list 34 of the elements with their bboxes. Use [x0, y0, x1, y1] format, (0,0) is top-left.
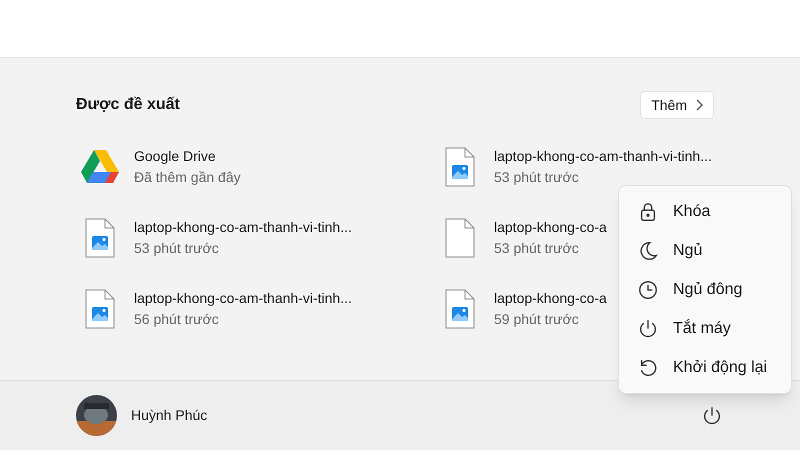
file-icon — [445, 218, 475, 258]
item-name: laptop-khong-co-am-thanh-vi-tinh... — [494, 147, 712, 166]
power-icon — [701, 404, 723, 426]
item-time: 53 phút trước — [494, 168, 580, 187]
image-file-icon — [85, 289, 115, 329]
item-name: laptop-khong-co-am-thanh-vi-tinh... — [134, 218, 352, 237]
recommended-item[interactable]: Google Drive Đã thêm gần đây — [76, 145, 436, 189]
power-icon — [637, 318, 659, 340]
item-name: Google Drive — [134, 147, 217, 166]
power-menu-item[interactable]: Khóa — [619, 192, 791, 231]
item-time: 59 phút trước — [494, 310, 580, 329]
user-name[interactable]: Huỳnh Phúc — [131, 405, 208, 426]
image-file-icon — [445, 147, 475, 187]
power-menu-item[interactable]: Khởi động lại — [619, 348, 791, 387]
recommended-item[interactable]: laptop-khong-co-am-thanh-vi-tinh... 53 phút trước — [436, 145, 724, 189]
clock-icon — [637, 278, 659, 300]
item-name: laptop-khong-co-am-thanh-vi-tinh... — [134, 289, 352, 308]
image-file-icon — [85, 218, 115, 258]
item-name: laptop-khong-co-a — [494, 218, 607, 237]
item-time: 53 phút trước — [134, 239, 220, 258]
image-file-icon — [445, 289, 475, 329]
item-time: 56 phút trước — [134, 310, 220, 329]
power-menu-item[interactable]: Tắt máy — [619, 309, 791, 348]
item-time: Đã thêm gần đây — [134, 168, 241, 187]
google-drive-icon — [81, 150, 119, 184]
recommended-item[interactable]: laptop-khong-co-am-thanh-vi-tinh... 53 phút trước — [76, 216, 436, 260]
more-button[interactable]: Thêm — [640, 91, 714, 119]
recommended-item[interactable]: laptop-khong-co-am-thanh-vi-tinh... 56 phút trước — [76, 287, 436, 331]
power-menu-item[interactable]: Ngủ đông — [619, 270, 791, 309]
power-menu-item[interactable]: Ngủ — [619, 231, 791, 270]
item-time: 53 phút trước — [494, 239, 580, 258]
item-name: laptop-khong-co-a — [494, 289, 607, 308]
chevron-right-icon — [695, 99, 703, 111]
section-title: Được đề xuất — [76, 95, 180, 115]
